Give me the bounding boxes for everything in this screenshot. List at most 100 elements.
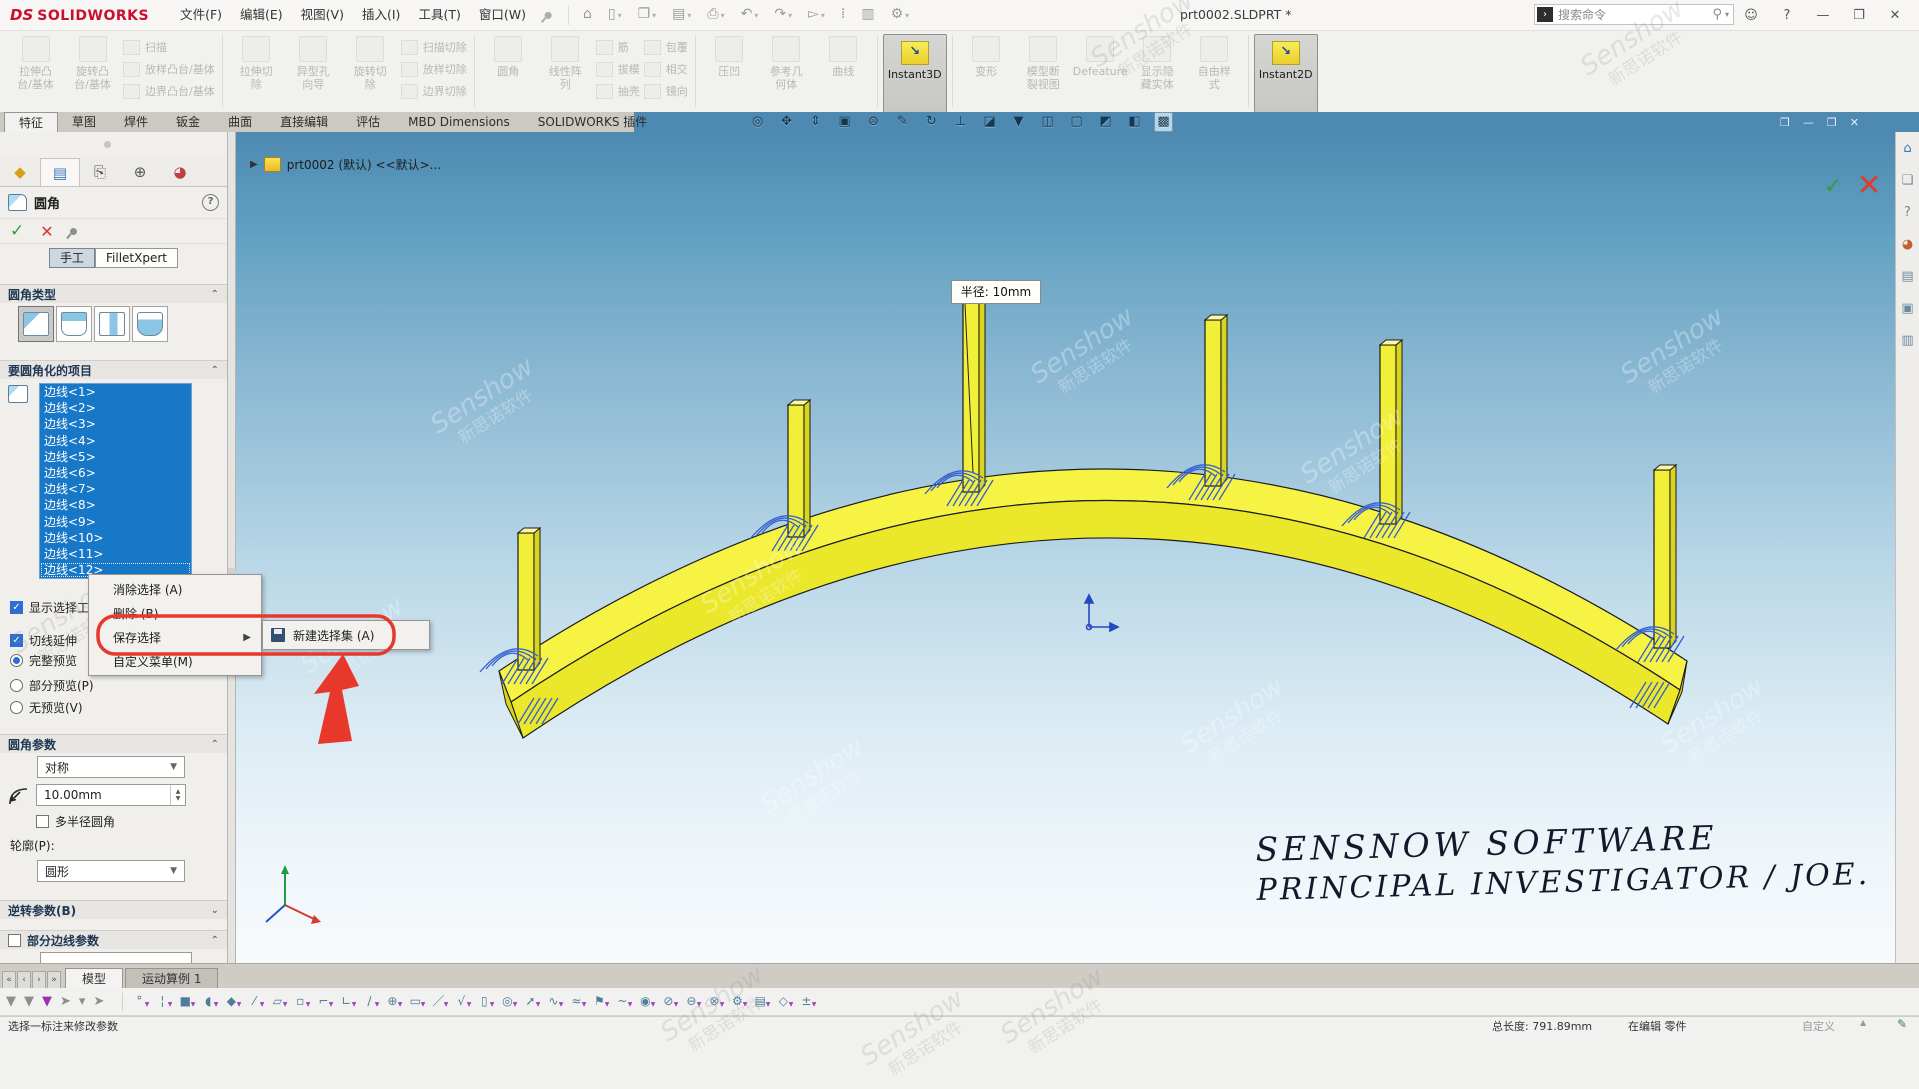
tab-SOLIDWORKS 插件[interactable]: SOLIDWORKS 插件 <box>524 112 661 132</box>
selection-filter-icon[interactable]: ⁞ <box>833 0 853 31</box>
sketch-tool-icon-12[interactable]: ⊕ <box>384 993 400 1011</box>
print-icon[interactable]: ⎙▾ <box>699 0 732 31</box>
sketch-tool-icon-13[interactable]: ▭ <box>407 993 423 1011</box>
ribbon-item-revolved-boss[interactable]: 旋转凸 台/基体 <box>64 32 121 91</box>
section-fillet-type[interactable]: 圆角类型⌃ <box>0 284 227 303</box>
menu-item[interactable]: 工具(T) <box>409 0 469 30</box>
partial-preview-option[interactable]: 部分预览(P) <box>0 678 94 693</box>
sketch-tool-icon-16[interactable]: ▯ <box>476 993 492 1011</box>
sketch-tool-icon-10[interactable]: ∟ <box>338 993 354 1011</box>
sketch-tool-icon-5[interactable]: ◆ <box>223 993 239 1011</box>
menu-item[interactable]: 插入(I) <box>353 0 409 30</box>
post-face[interactable] <box>1396 340 1402 524</box>
section-items-to-fillet[interactable]: 要圆角化的项目⌃ <box>0 360 227 379</box>
sketch-tool-icon-2[interactable]: ¦ <box>154 993 170 1011</box>
multi-radius-option[interactable]: ✓ 多半径圆角 <box>0 814 115 829</box>
forum-icon[interactable]: ▣ <box>1899 300 1917 318</box>
minimize-doc-icon[interactable]: — <box>1803 116 1814 129</box>
full-preview-option[interactable]: 完整预览 <box>0 653 77 668</box>
edge-list-item[interactable]: 边线<11> <box>40 546 191 562</box>
edge-list-item[interactable]: 边线<10> <box>40 530 191 546</box>
sketch-tool-icon-25[interactable]: ⊖ <box>683 993 699 1011</box>
restore-doc-icon[interactable]: ❐ <box>1827 116 1837 129</box>
configurationmanager-tab[interactable]: ⎘ <box>80 158 120 186</box>
variable-size-fillet-button[interactable] <box>56 306 92 342</box>
edge-list-item[interactable]: 边线<3> <box>40 416 191 432</box>
zoom-fit-icon[interactable]: ◎ <box>748 113 767 131</box>
dimxpertmanager-tab[interactable]: ⊕ <box>120 158 160 186</box>
minimize-icon[interactable]: — <box>1814 8 1832 23</box>
section-view-icon[interactable]: ◪ <box>980 113 999 131</box>
normal-to-icon[interactable]: ⊥ <box>951 113 970 131</box>
featuremanager-tab[interactable]: ◆ <box>0 158 40 186</box>
ribbon-item-swept-cut[interactable]: 扫描切除 <box>401 38 467 56</box>
sketch-tool-icon-14[interactable]: ／ <box>430 993 446 1011</box>
arch-front-face[interactable] <box>511 500 1680 738</box>
sketch-tool-icon-20[interactable]: ≈ <box>568 993 584 1011</box>
ribbon-item-curves[interactable]: 曲线 <box>815 32 872 78</box>
radius-callout[interactable]: 半径: 10mm <box>951 280 1041 304</box>
post-face[interactable] <box>1670 465 1676 648</box>
keep-visible-pin-icon[interactable] <box>68 226 78 236</box>
sketch-tool-icon-24[interactable]: ⊘ <box>660 993 676 1011</box>
ribbon-item-indent[interactable]: 压凹 <box>701 32 758 78</box>
help-icon[interactable]: ? <box>1778 8 1796 23</box>
sketch-tool-icon-29[interactable]: ◇ <box>775 993 791 1011</box>
annotation-icon[interactable]: ✎ <box>893 113 912 131</box>
ribbon-item-boss-extrude[interactable]: 拉伸凸 台/基体 <box>7 32 64 91</box>
ribbon-item-linear-pattern[interactable]: 线性阵 列 <box>537 32 594 91</box>
help-icon[interactable]: ? <box>202 194 219 211</box>
home-icon[interactable]: ⌂ <box>1899 140 1917 158</box>
profile-combo[interactable]: 圆形▼ <box>37 860 185 882</box>
ribbon-item-boundary-boss[interactable]: 边界凸台/基体 <box>123 82 215 100</box>
tab-曲面[interactable]: 曲面 <box>214 112 266 132</box>
post-face[interactable] <box>1380 345 1396 524</box>
filter-stack-icon[interactable]: ▼ <box>24 994 34 1009</box>
displaymanager-tab[interactable]: ◕ <box>160 158 200 186</box>
filter-clear-icon[interactable]: ▼ <box>6 994 16 1009</box>
edge-list-item[interactable]: 边线<7> <box>40 481 191 497</box>
ribbon-item-sweep[interactable]: 扫描 <box>123 38 215 56</box>
edge-list-item[interactable]: 边线<9> <box>40 514 191 530</box>
edge-list-item[interactable]: 边线<4> <box>40 433 191 449</box>
section-fillet-parameters[interactable]: 圆角参数⌃ <box>0 734 227 753</box>
close-doc-icon[interactable]: ✕ <box>1850 116 1859 129</box>
sketch-tool-icon-15[interactable]: √ <box>453 993 469 1011</box>
post-face[interactable] <box>534 528 540 670</box>
home-icon[interactable]: ⌂ <box>575 0 600 31</box>
edge-list-item[interactable]: 边线<8> <box>40 497 191 513</box>
spinner-arrows-icon[interactable]: ▲▼ <box>170 785 185 805</box>
sketch-tool-icon-28[interactable]: ▤ <box>752 993 768 1011</box>
sketch-tool-icon-6[interactable]: ⁄ <box>246 993 262 1011</box>
view-settings-icon[interactable]: ▩ <box>1154 112 1173 132</box>
no-preview-option[interactable]: 无预览(V) <box>0 700 83 715</box>
view-orientation-icon[interactable]: ▼ <box>1009 113 1028 131</box>
display-pane-icon[interactable]: ▥ <box>853 0 882 31</box>
zoom-area-icon[interactable]: ▣ <box>835 113 854 131</box>
select-cursor-icon[interactable]: ➤ <box>60 994 71 1009</box>
model-tab-模型[interactable]: 模型 <box>65 968 123 989</box>
sketch-tool-icon-21[interactable]: ⚑ <box>591 993 607 1011</box>
tab-草图[interactable]: 草图 <box>58 112 110 132</box>
undo-icon[interactable]: ↶▾ <box>733 0 767 31</box>
select-icon[interactable]: ▻▾ <box>800 0 833 31</box>
ribbon-item-defeature[interactable]: Defeature <box>1072 32 1129 78</box>
display-manager-icon[interactable]: ▥ <box>1899 332 1917 350</box>
lasso-cursor-icon[interactable]: ➤ <box>93 994 104 1009</box>
pan-icon[interactable]: ✥ <box>777 113 796 131</box>
help-resources-icon[interactable]: ? <box>1899 204 1917 222</box>
new-selection-set-item[interactable]: 新建选择集 (A) <box>293 627 374 644</box>
new-file-icon[interactable]: ▯▾ <box>600 0 630 31</box>
search-dropdown-icon[interactable]: ▾ <box>1725 10 1729 19</box>
ribbon-item-instant2d[interactable]: ↘Instant2D <box>1254 34 1318 114</box>
appearances-icon[interactable]: ◕ <box>1899 236 1917 254</box>
ribbon-item-intersect[interactable]: 相交 <box>644 60 688 78</box>
post-face[interactable] <box>1221 315 1227 486</box>
menu-item[interactable]: 视图(V) <box>292 0 353 30</box>
filletxpert-mode-button[interactable]: FilletXpert <box>95 248 178 268</box>
sketch-tool-icon-18[interactable]: ➚ <box>522 993 538 1011</box>
ribbon-item-boundary-cut[interactable]: 边界切除 <box>401 82 467 100</box>
zoom-in-out-icon[interactable]: ⇕ <box>806 113 825 131</box>
panel-splitter-row[interactable] <box>0 132 227 159</box>
full-round-fillet-button[interactable] <box>132 306 168 342</box>
